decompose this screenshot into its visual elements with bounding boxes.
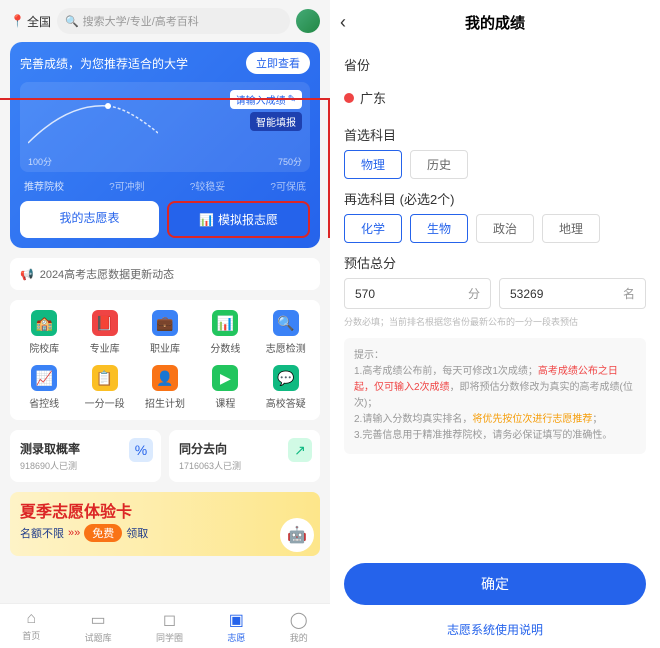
- score-chart: 请输入成绩 ✎ 智能填报 100分 750分: [20, 82, 310, 172]
- smart-fill-button[interactable]: 智能填报: [250, 112, 302, 131]
- subject-chip[interactable]: 政治: [476, 214, 534, 243]
- annotation-line: [328, 98, 330, 238]
- highlight-dot: [344, 93, 354, 103]
- tab-simulate[interactable]: 📊 模拟报志愿: [167, 201, 310, 238]
- subject-chip[interactable]: 地理: [542, 214, 600, 243]
- annotation-line: [0, 98, 330, 100]
- hero-cta-button[interactable]: 立即查看: [246, 52, 310, 74]
- primary-subject-row: 物理历史: [344, 150, 646, 179]
- secondary-subject-row: 化学生物政治地理: [344, 214, 646, 243]
- score-points-input[interactable]: 570 分: [344, 278, 491, 309]
- subject-chip[interactable]: 生物: [410, 214, 468, 243]
- score-label: 预估总分: [344, 253, 646, 272]
- location-picker[interactable]: 📍 全国: [10, 13, 51, 30]
- primary-subject-label: 首选科目: [344, 125, 646, 144]
- grid-item[interactable]: 💬高校答疑: [256, 365, 316, 410]
- help-link[interactable]: 志愿系统使用说明: [330, 615, 660, 648]
- subject-chip[interactable]: 历史: [410, 150, 468, 179]
- tab-my-list[interactable]: 我的志愿表: [20, 201, 159, 238]
- grid-item[interactable]: 📕专业库: [74, 310, 134, 355]
- grid-item[interactable]: 💼职业库: [135, 310, 195, 355]
- score-rank-input[interactable]: 53269 名: [499, 278, 646, 309]
- bottom-nav: ⌂首页 ▭试题库 ◻同学圈 ▣志愿 ◯我的: [0, 603, 330, 648]
- nav-item[interactable]: ▭试题库: [85, 610, 112, 644]
- panel-title: 我的成绩: [465, 12, 525, 33]
- subject-chip[interactable]: 物理: [344, 150, 402, 179]
- secondary-subject-label: 再选科目 (必选2个): [344, 189, 646, 208]
- location-text: 全国: [27, 13, 51, 30]
- hero-card: 完善成绩，为您推荐适合的大学 立即查看 请输入成绩 ✎ 智能填报 100分 75…: [10, 42, 320, 248]
- tips-box: 提示： 1.高考成绩公布前，每天可修改1次成绩；高考成绩公布之日起，仅可输入2次…: [344, 338, 646, 454]
- province-label: 省份: [344, 55, 646, 74]
- nav-item[interactable]: ◻同学圈: [156, 610, 183, 644]
- nav-item[interactable]: ◯我的: [290, 610, 308, 644]
- grid-item[interactable]: 🔍志愿检测: [256, 310, 316, 355]
- avatar[interactable]: [296, 9, 320, 33]
- arrow-icon: ↗: [288, 438, 312, 462]
- speaker-icon: 📢: [20, 268, 34, 281]
- chart-max: 750分: [278, 155, 302, 168]
- chart-icon: 📊: [199, 213, 214, 227]
- search-icon: 🔍: [65, 15, 79, 28]
- grid-item[interactable]: 🏫院校库: [14, 310, 74, 355]
- nav-item[interactable]: ⌂首页: [22, 610, 40, 644]
- notice-bar[interactable]: 📢 2024高考志愿数据更新动态: [10, 258, 320, 290]
- subject-chip[interactable]: 化学: [344, 214, 402, 243]
- grid-item[interactable]: 📋一分一段: [74, 365, 134, 410]
- grid-item[interactable]: 👤招生计划: [135, 365, 195, 410]
- grid-item[interactable]: 📊分数线: [195, 310, 255, 355]
- card-probability[interactable]: 测录取概率 918690人已测 %: [10, 430, 161, 482]
- top-bar: 📍 全国 🔍 搜索大学/专业/高考百科: [0, 0, 330, 42]
- bot-icon: 🤖: [280, 518, 314, 552]
- feature-grid: 🏫院校库📕专业库💼职业库📊分数线🔍志愿检测 📈省控线📋一分一段👤招生计划▶课程💬高…: [10, 300, 320, 420]
- back-icon[interactable]: ‹: [340, 12, 346, 33]
- search-input[interactable]: 🔍 搜索大学/专业/高考百科: [57, 8, 290, 34]
- grid-item[interactable]: 📈省控线: [14, 365, 74, 410]
- confirm-button[interactable]: 确定: [344, 563, 646, 605]
- card-same-score[interactable]: 同分去向 1716063人已测 ↗: [169, 430, 320, 482]
- recommendation-row: 推荐院校 ?可冲刺 ?较稳妥 ?可保底: [20, 178, 310, 193]
- percent-icon: %: [129, 438, 153, 462]
- panel-header: ‹ 我的成绩: [330, 0, 660, 45]
- promo-banner[interactable]: 夏季志愿体验卡 名额不限 »» 免费 领取 🤖: [10, 492, 320, 556]
- hero-title: 完善成绩，为您推荐适合的大学: [20, 55, 188, 72]
- score-hint: 分数必填；当前排名根据您省份最新公布的一分一段表预估: [344, 315, 646, 328]
- nav-item[interactable]: ▣志愿: [227, 610, 245, 644]
- chart-curve: [28, 98, 158, 148]
- search-placeholder: 搜索大学/专业/高考百科: [83, 13, 199, 29]
- province-picker[interactable]: 广东: [344, 80, 646, 115]
- location-icon: 📍: [10, 14, 25, 28]
- right-panel: ‹ 我的成绩 省份 广东 首选科目 物理历史 再选科目 (必选2个) 化学生物政…: [330, 0, 660, 648]
- chart-min: 100分: [28, 155, 52, 168]
- grid-item[interactable]: ▶课程: [195, 365, 255, 410]
